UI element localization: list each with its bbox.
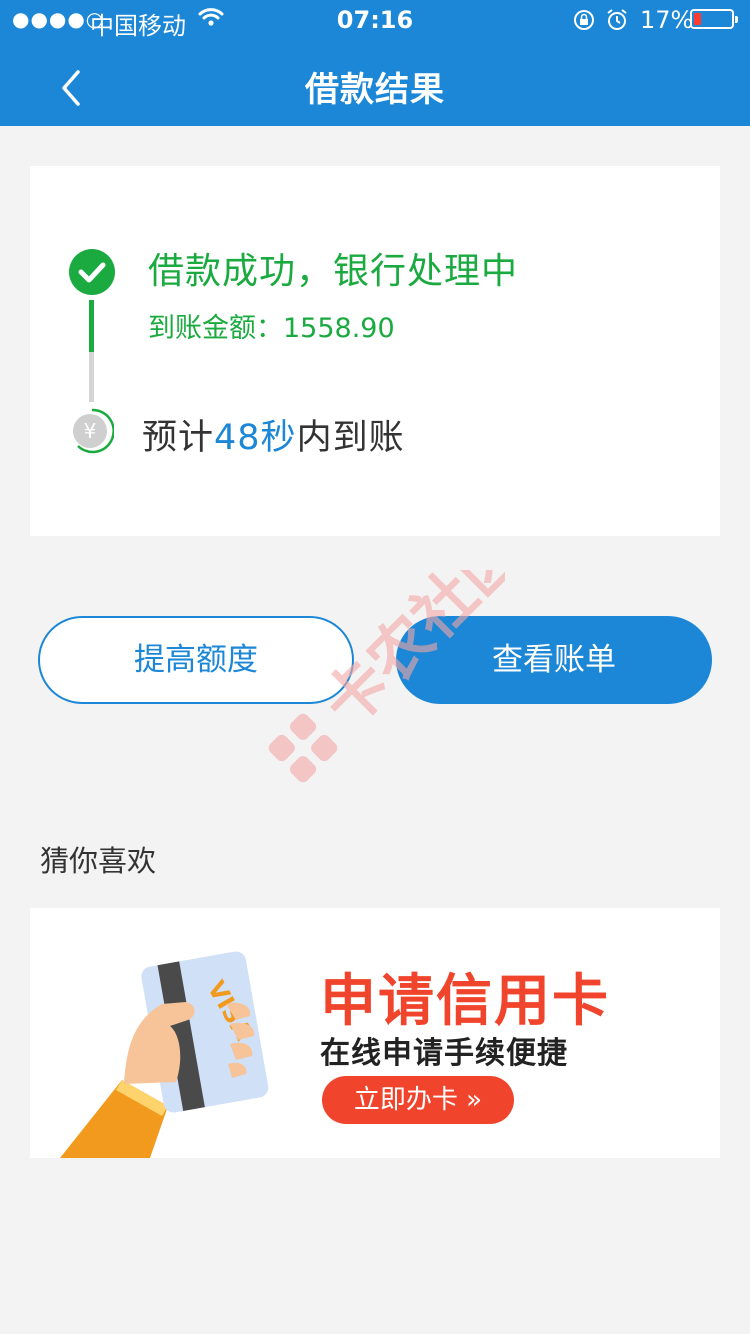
apply-card-button[interactable]: 立即办卡 »	[322, 1076, 514, 1124]
view-bill-button[interactable]: 查看账单	[396, 616, 712, 704]
banner-subtitle: 在线申请手续便捷	[320, 1036, 568, 1071]
battery-icon	[690, 9, 738, 29]
received-amount: 到账金额：1558.90	[148, 313, 395, 344]
recommend-section-label: 猜你喜欢	[40, 844, 157, 878]
battery-percent: 17%	[640, 6, 694, 34]
banner-title: 申请信用卡	[320, 969, 610, 1034]
clock: 07:16	[336, 6, 414, 34]
page-title: 借款结果	[305, 70, 445, 110]
progress-line-done	[89, 300, 94, 352]
apply-card-label: 立即办卡	[353, 1085, 458, 1115]
arrival-estimate: 预计48秒内到账	[142, 409, 405, 460]
arrival-suffix: 内到账	[296, 418, 405, 458]
rotation-lock-icon	[574, 10, 594, 30]
loan-result-card: 借款成功，银行处理中 到账金额：1558.90 ¥ 预计48秒内到账	[30, 166, 720, 536]
success-check-icon	[69, 249, 115, 295]
yuan-coin-icon: ¥	[73, 408, 114, 454]
alarm-icon	[607, 9, 627, 30]
arrival-prefix: 预计	[142, 418, 215, 458]
double-chevron-right-icon: »	[466, 1085, 483, 1115]
success-status-title: 借款成功，银行处理中	[148, 251, 519, 292]
hand-holding-card-illustration: VISA	[60, 951, 269, 1158]
arrival-seconds: 48秒	[214, 418, 297, 458]
raise-limit-button[interactable]: 提高额度	[38, 616, 354, 704]
app-header: ●●●●○ 中国移动 07:16 17% 借款结果	[0, 0, 750, 126]
progress-line-pending	[89, 352, 94, 402]
credit-card-banner[interactable]: VISA 申请信用卡 在线申请手续便捷 立即办卡 »	[30, 908, 720, 1158]
status-bar: ●●●●○ 中国移动 07:16 17%	[0, 0, 750, 40]
svg-text:¥: ¥	[84, 419, 97, 443]
